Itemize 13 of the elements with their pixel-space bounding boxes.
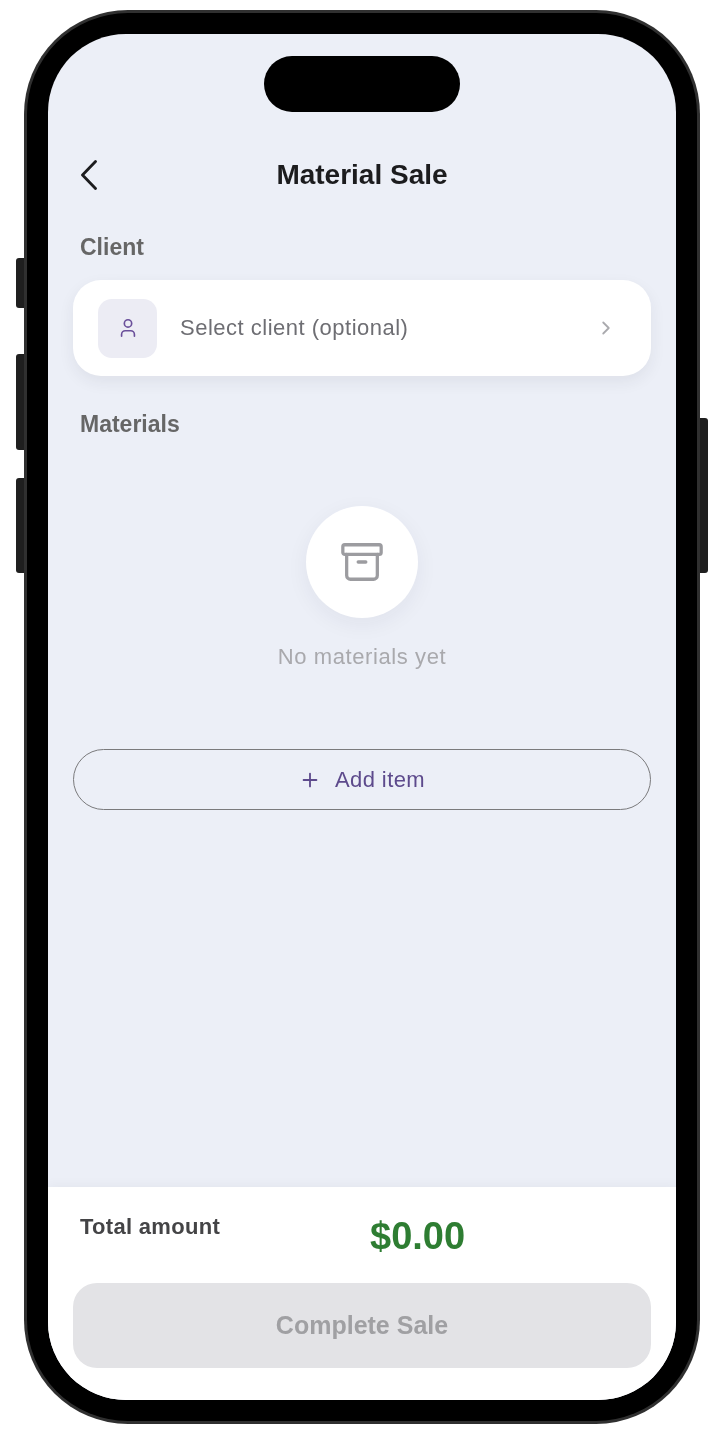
section-label: Client [79, 235, 145, 259]
total-label: Total amount [80, 1215, 222, 1239]
section-label: Materials [79, 412, 181, 436]
side-button[interactable] [16, 354, 24, 450]
chevron-left-icon [80, 160, 98, 190]
total-amount: $0.00 [370, 1216, 467, 1256]
person-icon [98, 298, 157, 358]
empty-message: No materials yet [277, 645, 447, 669]
side-button[interactable] [16, 478, 24, 573]
side-button[interactable] [16, 258, 24, 308]
screen-title: Material Sale [275, 158, 449, 192]
client-picker[interactable]: Select client (optional) [73, 280, 651, 376]
side-button[interactable] [700, 418, 708, 573]
